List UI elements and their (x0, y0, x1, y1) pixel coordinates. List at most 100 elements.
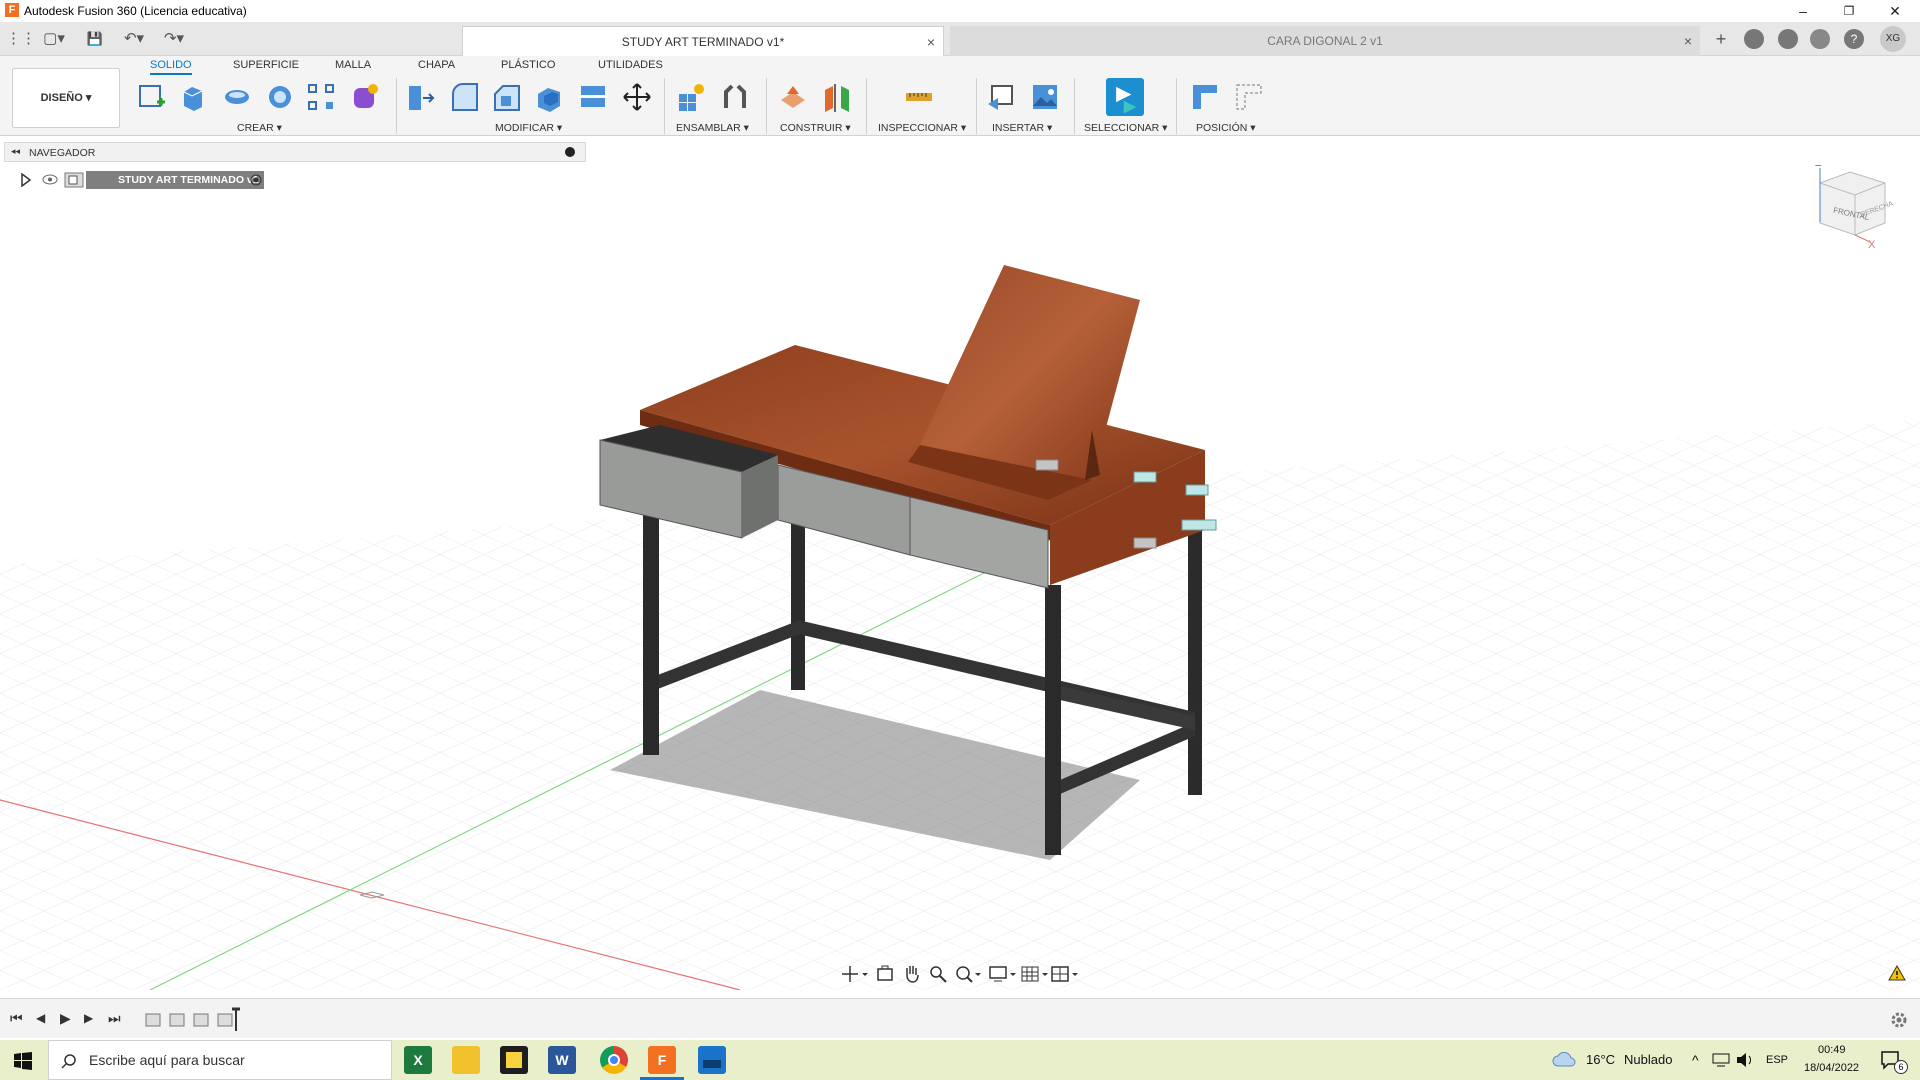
revolve-icon[interactable] (222, 82, 252, 112)
create-sketch-icon[interactable] (137, 82, 167, 112)
tab-close-icon[interactable]: × (927, 27, 935, 57)
timeline-first-button[interactable]: ⏮ (10, 1010, 23, 1027)
redo-icon[interactable]: ↷▾ (158, 30, 190, 48)
joint-icon[interactable] (1133, 537, 1157, 549)
notifications-icon[interactable] (1810, 29, 1830, 49)
app-grid-icon[interactable]: ⋮⋮ (6, 30, 36, 48)
close-button[interactable]: ✕ (1872, 0, 1918, 22)
tab-superficie[interactable]: SUPERFICIE (233, 59, 299, 71)
tab-chapa[interactable]: CHAPA (418, 59, 455, 71)
sweep-icon[interactable] (265, 82, 295, 112)
tab-close-icon[interactable]: × (1684, 26, 1692, 56)
tab-utilidades[interactable]: UTILIDADES (598, 59, 663, 71)
timeline-play-button[interactable]: ▶ (60, 1010, 71, 1027)
insert-derive-icon[interactable] (986, 82, 1016, 112)
select-icon[interactable] (1106, 78, 1144, 116)
tab-study-art[interactable]: STUDY ART TERMINADO v1* × (462, 26, 944, 56)
clock-date[interactable]: 18/04/2022 (1804, 1062, 1859, 1074)
job-status-icon[interactable] (1778, 29, 1798, 49)
ensamblar-menu[interactable]: ENSAMBLAR ▾ (676, 122, 749, 134)
photos-taskbar-icon[interactable] (698, 1046, 726, 1074)
network-icon[interactable] (1712, 1053, 1730, 1067)
insert-canvas-icon[interactable] (1030, 82, 1060, 112)
viewports-icon[interactable] (1050, 964, 1080, 984)
revert-position-icon[interactable] (1234, 82, 1264, 112)
browser-close-icon[interactable] (565, 147, 575, 157)
fit-icon[interactable] (954, 964, 982, 984)
capture-position-icon[interactable] (1190, 82, 1220, 112)
minimize-button[interactable]: – (1780, 0, 1826, 22)
volume-icon[interactable] (1736, 1052, 1754, 1068)
zoom-icon[interactable] (928, 964, 948, 984)
user-avatar[interactable]: XG (1880, 26, 1906, 52)
shell-icon[interactable] (534, 82, 564, 112)
weather-description[interactable]: Nublado (1624, 1040, 1672, 1080)
look-at-icon[interactable] (876, 964, 894, 984)
offset-plane-icon[interactable] (778, 82, 808, 112)
pattern-icon[interactable] (306, 82, 336, 112)
help-icon[interactable]: ? (1844, 29, 1864, 49)
chamfer-icon[interactable] (491, 82, 521, 112)
fillet-icon[interactable] (449, 82, 479, 112)
posicion-menu[interactable]: POSICIÓN ▾ (1196, 122, 1256, 134)
seleccionar-menu[interactable]: SELECCIONAR ▾ (1084, 122, 1167, 134)
press-pull-icon[interactable] (405, 82, 435, 112)
orbit-icon[interactable] (840, 964, 870, 984)
timeline-settings-gear-icon[interactable] (1890, 1011, 1908, 1029)
new-component-icon[interactable] (676, 82, 706, 112)
viewcube[interactable]: FRONTAL DERECHA Z X (1815, 165, 1895, 251)
3d-viewport[interactable]: FRONTAL DERECHA Z X (0, 165, 1920, 990)
measure-icon[interactable] (904, 82, 934, 112)
restore-button[interactable]: ❐ (1826, 0, 1872, 22)
timeline-next-button[interactable]: ▶ (84, 1011, 93, 1025)
file-explorer-taskbar-icon[interactable] (452, 1046, 480, 1074)
chrome-taskbar-icon[interactable] (600, 1046, 628, 1074)
save-icon[interactable]: 💾 (84, 30, 106, 48)
word-taskbar-icon[interactable]: W (548, 1046, 576, 1074)
windows-start-icon[interactable] (14, 1052, 32, 1070)
tab-plastico[interactable]: PLÁSTICO (501, 59, 555, 71)
taskbar-search-box[interactable]: Escribe aquí para buscar (48, 1040, 392, 1080)
weather-temperature[interactable]: 16°C (1586, 1040, 1615, 1080)
timeline-previous-button[interactable]: ◀ (36, 1011, 45, 1025)
display-settings-icon[interactable] (988, 964, 1018, 984)
crear-menu[interactable]: CREAR ▾ (237, 122, 282, 134)
tab-solido[interactable]: SOLIDO (150, 59, 192, 75)
sticky-notes-taskbar-icon[interactable] (500, 1046, 528, 1074)
weather-cloud-icon[interactable] (1552, 1052, 1578, 1068)
extrude-icon[interactable] (178, 82, 208, 112)
input-language[interactable]: ESP (1766, 1040, 1788, 1080)
tab-malla[interactable]: MALLA (335, 59, 371, 71)
tray-overflow-chevron-icon[interactable]: ^ (1692, 1040, 1699, 1080)
timeline-features[interactable] (144, 1007, 244, 1033)
inspeccionar-menu[interactable]: INSPECCIONAR ▾ (878, 122, 966, 134)
workspace-switcher[interactable]: DISEÑO ▾ (12, 68, 120, 128)
search-icon (61, 1054, 76, 1069)
desk-leg (791, 520, 805, 690)
extensions-icon[interactable] (1744, 29, 1764, 49)
fusion-taskbar-icon[interactable]: F (648, 1046, 676, 1074)
joint-icon[interactable] (1133, 471, 1157, 483)
file-menu-icon[interactable]: ▢▾ (38, 30, 70, 48)
excel-taskbar-icon[interactable]: X (404, 1046, 432, 1074)
modificar-menu[interactable]: MODIFICAR ▾ (495, 122, 562, 134)
joint-icon[interactable] (1185, 484, 1209, 496)
joint-icon[interactable] (1181, 519, 1217, 531)
new-tab-icon[interactable]: + (1710, 30, 1732, 48)
pan-hand-icon[interactable] (902, 964, 922, 984)
undo-icon[interactable]: ↶▾ (118, 30, 150, 48)
joint-icon[interactable] (1035, 459, 1059, 471)
timeline-last-button[interactable]: ⏭ (108, 1010, 121, 1027)
clock-time[interactable]: 00:49 (1818, 1044, 1846, 1056)
tab-cara-digonal[interactable]: CARA DIGONAL 2 v1 × (950, 26, 1700, 56)
joint-icon[interactable] (720, 82, 750, 112)
construir-menu[interactable]: CONSTRUIR ▾ (780, 122, 851, 134)
warning-icon[interactable] (1888, 965, 1906, 981)
grid-settings-icon[interactable] (1020, 964, 1050, 984)
form-icon[interactable] (350, 82, 380, 112)
collapse-browser-icon[interactable]: ◂◂ (11, 146, 20, 157)
midplane-icon[interactable] (822, 82, 852, 112)
move-icon[interactable] (622, 82, 652, 112)
split-body-icon[interactable] (578, 82, 608, 112)
insertar-menu[interactable]: INSERTAR ▾ (992, 122, 1052, 134)
